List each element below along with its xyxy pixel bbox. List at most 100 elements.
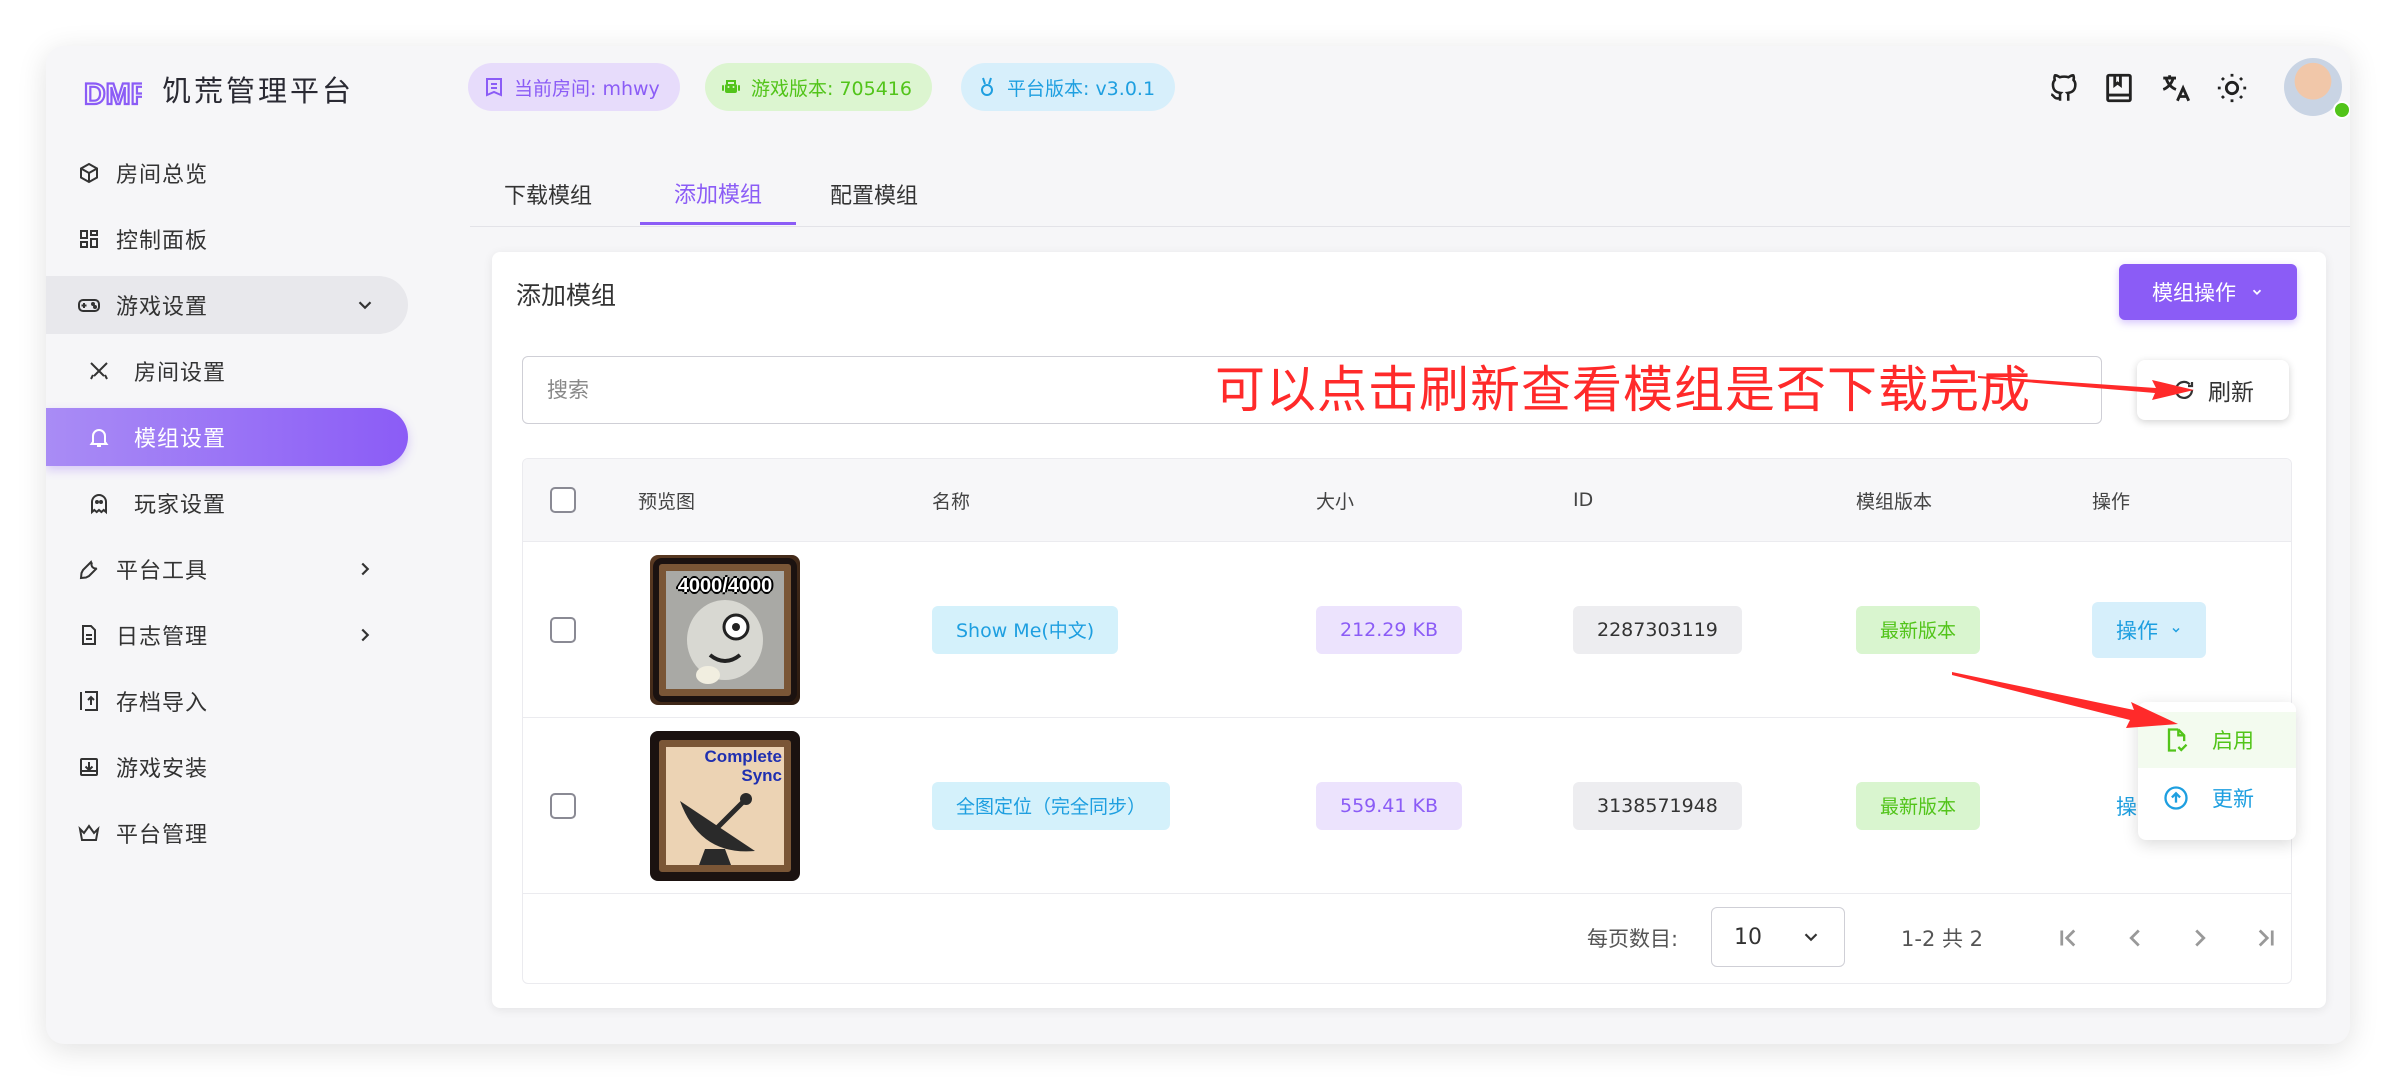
- thumb-caption: Complete Sync: [704, 746, 782, 785]
- card-title: 添加模组: [516, 281, 617, 310]
- sidebar-item-label: 控制面板: [116, 229, 209, 254]
- row-checkbox[interactable]: [550, 792, 576, 819]
- pagination-bar: 每页数目: 10 1-2 共 2: [523, 893, 2291, 983]
- sidebar-item-player-settings[interactable]: 玩家设置: [46, 474, 408, 532]
- row-action-label: 操作: [2116, 618, 2158, 643]
- column-header: ID: [1573, 489, 1594, 511]
- refresh-button[interactable]: 刷新: [2137, 360, 2289, 420]
- refresh-icon: [2174, 380, 2194, 399]
- refresh-label: 刷新: [2208, 380, 2254, 406]
- translate-icon[interactable]: [2156, 68, 2196, 108]
- chevron-down-icon: [2252, 289, 2262, 295]
- add-mods-card: 添加模组 模组操作 可以点击刷新查看模组是否下载完成 刷新 预览图 名称 大小 …: [492, 252, 2326, 1008]
- github-icon[interactable]: [2044, 68, 2084, 108]
- chevron-down-icon: [358, 301, 372, 310]
- sidebar-item-platform-tools[interactable]: 平台工具: [46, 540, 408, 598]
- table-row: 4000/4000 Show Me(中文) 212.29 KB 22873031…: [523, 542, 2291, 718]
- chevron-right-icon: [361, 628, 370, 642]
- sidebar-item-platform-management[interactable]: 平台管理: [46, 804, 408, 862]
- brand-title: 饥荒管理平台: [162, 74, 355, 108]
- last-page-icon[interactable]: [2251, 923, 2281, 953]
- dmp-logo: DMP: [83, 77, 142, 112]
- column-header: 操作: [2092, 490, 2131, 513]
- ghost-icon: [86, 490, 112, 516]
- column-header: 大小: [1316, 490, 1355, 513]
- table-row: Complete Sync 全图定位（完全同步） 559.41 KB 31385…: [523, 718, 2291, 894]
- sidebar-item-game-settings[interactable]: 游戏设置: [46, 276, 408, 334]
- tab-configure-mods[interactable]: 配置模组: [796, 164, 952, 224]
- bell-icon: [86, 424, 112, 450]
- crown-icon: [76, 820, 102, 846]
- book-icon[interactable]: [2099, 68, 2139, 108]
- per-page-value: 10: [1734, 924, 1762, 950]
- platform-version-badge: 平台版本: v3.0.1: [961, 63, 1176, 111]
- chevron-down-icon: [2172, 627, 2180, 633]
- tab-download-mods[interactable]: 下载模组: [470, 164, 626, 224]
- mod-name-chip[interactable]: 全图定位（完全同步）: [932, 781, 1171, 830]
- mod-name-chip[interactable]: Show Me(中文): [932, 605, 1119, 654]
- page-range-label: 1-2 共 2: [1901, 927, 1984, 951]
- mod-id-chip: 3138571948: [1573, 781, 1742, 830]
- chevron-right-icon: [361, 562, 370, 576]
- prev-page-icon[interactable]: [2120, 923, 2150, 953]
- file-check-icon: [2167, 728, 2188, 752]
- log-icon: [76, 622, 102, 648]
- sidebar-item-label: 存档导入: [116, 691, 209, 716]
- mod-size-chip: 212.29 KB: [1316, 605, 1463, 654]
- svg-text:DMP: DMP: [84, 78, 142, 111]
- row-action-dropdown: 启用 更新: [2138, 702, 2296, 840]
- sidebar-item-room-settings[interactable]: 房间设置: [46, 342, 408, 400]
- mod-size-chip: 559.41 KB: [1316, 781, 1463, 830]
- gamepad-icon: [76, 292, 102, 318]
- room-badge-icon: [486, 78, 502, 97]
- sidebar-item-game-install[interactable]: 游戏安装: [46, 738, 408, 796]
- download-box-icon: [76, 754, 102, 780]
- sidebar-item-archive-import[interactable]: 存档导入: [46, 672, 408, 730]
- row-action-button[interactable]: 操作: [2092, 601, 2206, 658]
- sidebar-item-log-management[interactable]: 日志管理: [46, 606, 408, 664]
- menu-item-enable[interactable]: 启用: [2138, 712, 2296, 768]
- mods-table: 预览图 名称 大小 ID 模组版本 操作 4000/4000 Show Me(中…: [522, 458, 2292, 984]
- mod-version-chip: 最新版本: [1856, 605, 1981, 654]
- column-header: 名称: [932, 490, 971, 513]
- sun-icon[interactable]: [2212, 68, 2252, 108]
- sidebar-item-label: 房间总览: [116, 163, 209, 188]
- menu-item-update[interactable]: 更新: [2138, 770, 2296, 826]
- mod-preview-image: Complete Sync: [650, 730, 800, 881]
- next-page-icon[interactable]: [2185, 923, 2215, 953]
- menu-item-label: 启用: [2212, 729, 2254, 753]
- dashboard-icon: [76, 226, 102, 252]
- current-room-badge: 当前房间: mhwy: [468, 63, 680, 111]
- row-checkbox[interactable]: [550, 616, 576, 643]
- thumb-caption: 4000/4000: [677, 574, 773, 597]
- sidebar-item-label: 平台管理: [116, 823, 209, 848]
- sidebar-item-label: 游戏安装: [116, 757, 209, 782]
- game-version-badge: 游戏版本: 705416: [705, 63, 932, 111]
- sidebar-item-label: 房间设置: [134, 361, 227, 386]
- import-icon: [76, 688, 102, 714]
- game-version-label: 游戏版本: 705416: [751, 77, 912, 100]
- sidebar-item-room-overview[interactable]: 房间总览: [46, 144, 408, 202]
- sidebar-item-label: 游戏设置: [116, 295, 209, 320]
- sidebar-item-label: 玩家设置: [134, 493, 227, 518]
- sidebar-item-label: 平台工具: [116, 559, 209, 584]
- select-all-checkbox[interactable]: [550, 487, 576, 513]
- per-page-select[interactable]: 10: [1711, 907, 1845, 967]
- medal-icon: [981, 77, 993, 96]
- cube-icon: [76, 160, 102, 186]
- table-header: 预览图 名称 大小 ID 模组版本 操作: [523, 459, 2291, 542]
- per-page-label: 每页数目:: [1587, 927, 1679, 951]
- tab-add-mods[interactable]: 添加模组: [640, 164, 796, 225]
- chevron-down-icon: [1804, 933, 1818, 942]
- first-page-icon[interactable]: [2053, 923, 2083, 953]
- sidebar-item-label: 日志管理: [116, 625, 209, 650]
- mod-tabs: 下载模组 添加模组 配置模组: [470, 164, 2350, 227]
- sidebar-item-mod-settings[interactable]: 模组设置: [46, 408, 408, 466]
- sidebar-item-control-panel[interactable]: 控制面板: [46, 210, 408, 268]
- mod-actions-label: 模组操作: [2152, 281, 2236, 305]
- mod-actions-button[interactable]: 模组操作: [2119, 264, 2297, 320]
- menu-item-label: 更新: [2212, 787, 2254, 811]
- android-icon: [722, 80, 740, 93]
- current-room-label: 当前房间: mhwy: [514, 77, 660, 100]
- mod-version-chip: 最新版本: [1856, 781, 1981, 830]
